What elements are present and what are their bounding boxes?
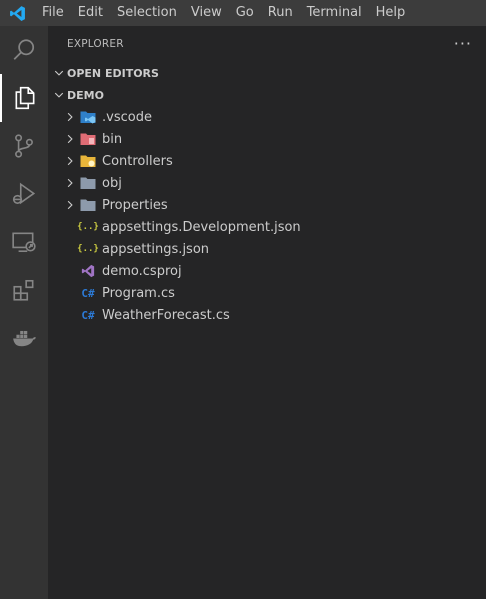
tree-item-label: appsettings.Development.json — [102, 219, 301, 235]
menu-go[interactable]: Go — [229, 0, 261, 26]
menu-selection[interactable]: Selection — [110, 0, 184, 26]
menu-run[interactable]: Run — [261, 0, 300, 26]
tree-item-vscode[interactable]: .vscode — [48, 106, 486, 128]
chevron-right-icon — [62, 172, 78, 194]
chevron-right-icon — [62, 150, 78, 172]
folder-icon — [80, 197, 96, 213]
bin-folder-icon — [80, 131, 96, 147]
vscode-logo-icon — [0, 0, 35, 26]
tree-item-properties[interactable]: Properties — [48, 194, 486, 216]
chevron-right-icon — [62, 128, 78, 150]
project-section[interactable]: DEMO — [48, 84, 486, 106]
tree-item-label: .vscode — [102, 109, 152, 125]
chevron-down-icon — [51, 84, 67, 106]
sidebar-header: EXPLORER ··· — [48, 26, 486, 62]
tree-item-weatherforecast-cs[interactable]: C# WeatherForecast.cs — [48, 304, 486, 326]
tree-item-appsettings-json[interactable]: {..} appsettings.json — [48, 238, 486, 260]
tree-item-appsettings-development-json[interactable]: {..} appsettings.Development.json — [48, 216, 486, 238]
chevron-down-icon — [51, 62, 67, 84]
docker-icon[interactable] — [0, 314, 48, 362]
tree-item-program-cs[interactable]: C# Program.cs — [48, 282, 486, 304]
json-icon: {..} — [77, 244, 99, 254]
csharp-icon: C# — [81, 286, 95, 300]
sidebar-title: EXPLORER — [67, 38, 124, 50]
remote-explorer-icon[interactable] — [0, 218, 48, 266]
source-control-icon[interactable] — [0, 122, 48, 170]
json-icon: {..} — [77, 222, 99, 232]
tree-item-controllers[interactable]: Controllers — [48, 150, 486, 172]
tree-item-demo-csproj[interactable]: demo.csproj — [48, 260, 486, 282]
activity-bar — [0, 26, 48, 599]
menu-edit[interactable]: Edit — [71, 0, 110, 26]
menu-terminal[interactable]: Terminal — [300, 0, 369, 26]
menu-file[interactable]: File — [35, 0, 71, 26]
controllers-folder-icon — [80, 153, 96, 169]
open-editors-section[interactable]: OPEN EDITORS — [48, 62, 486, 84]
folder-icon — [80, 175, 96, 191]
menu-help[interactable]: Help — [369, 0, 413, 26]
csharp-icon: C# — [81, 308, 95, 322]
tree-item-label: Controllers — [102, 153, 173, 169]
run-debug-icon[interactable] — [0, 170, 48, 218]
tree-item-label: obj — [102, 175, 122, 191]
tree-item-obj[interactable]: obj — [48, 172, 486, 194]
tree-item-label: Properties — [102, 197, 168, 213]
tree-item-label: bin — [102, 131, 123, 147]
title-bar: File Edit Selection View Go Run Terminal… — [0, 0, 486, 26]
explorer-icon[interactable] — [0, 74, 48, 122]
more-actions-icon[interactable]: ··· — [454, 36, 472, 52]
tree-item-label: WeatherForecast.cs — [102, 307, 230, 323]
vscode-folder-icon — [80, 109, 96, 125]
search-icon[interactable] — [0, 26, 48, 74]
chevron-right-icon — [62, 194, 78, 216]
tree-item-bin[interactable]: bin — [48, 128, 486, 150]
open-editors-label: OPEN EDITORS — [67, 66, 159, 80]
menu-view[interactable]: View — [184, 0, 229, 26]
tree-item-label: Program.cs — [102, 285, 175, 301]
tree-item-label: appsettings.json — [102, 241, 210, 257]
explorer-sidebar: EXPLORER ··· OPEN EDITORS DEMO .vscode b… — [48, 26, 486, 599]
chevron-right-icon — [62, 106, 78, 128]
extensions-icon[interactable] — [0, 266, 48, 314]
csproj-icon — [80, 263, 96, 279]
tree-item-label: demo.csproj — [102, 263, 182, 279]
project-label: DEMO — [67, 88, 104, 102]
